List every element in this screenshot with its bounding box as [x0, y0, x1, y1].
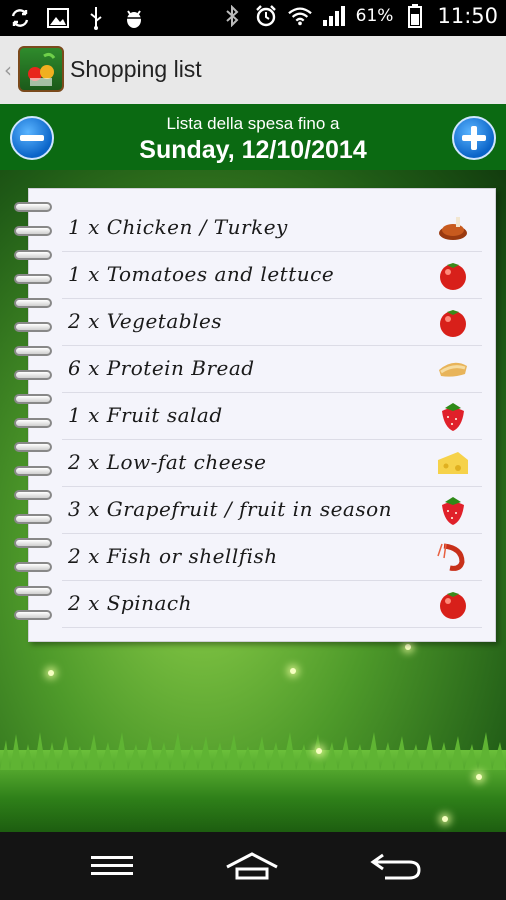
- strawberry-icon: [442, 403, 464, 431]
- home-icon: [226, 852, 278, 880]
- clock: 11:50: [437, 4, 498, 28]
- list-item[interactable]: 2 x Vegetables: [62, 299, 482, 346]
- list-item-text: 1 x Chicken / Turkey: [68, 215, 288, 239]
- sparkle: [405, 644, 411, 650]
- battery-icon: [403, 4, 427, 28]
- strawberry-icon: [442, 497, 464, 525]
- spiral-ring: [14, 298, 52, 312]
- spiral-ring: [14, 610, 52, 624]
- tomato-icon: [440, 592, 466, 619]
- sparkle: [442, 816, 448, 822]
- app-logo-icon[interactable]: [18, 46, 64, 92]
- spiral-ring: [14, 274, 52, 288]
- list-item-text: 3 x Grapefruit / fruit in season: [68, 497, 393, 521]
- menu-icon: [91, 856, 133, 875]
- alarm-icon: [254, 4, 278, 28]
- spiral-ring: [14, 226, 52, 240]
- android-debug-icon: [122, 6, 146, 30]
- wifi-icon: [287, 4, 312, 28]
- list-item-text: 2 x Low-fat cheese: [68, 450, 267, 474]
- navigation-bar: [0, 832, 506, 900]
- home-button[interactable]: [222, 846, 282, 886]
- header-date: Sunday, 12/10/2014: [139, 136, 367, 164]
- list-item[interactable]: 3 x Grapefruit / fruit in season: [62, 487, 482, 534]
- list-item-text: 6 x Protein Bread: [68, 356, 255, 380]
- spiral-ring: [14, 202, 52, 216]
- status-system: 61% 11:50: [220, 4, 498, 28]
- tomato-icon: [440, 263, 466, 290]
- sync-icon: [8, 6, 32, 30]
- list-item-text: 2 x Fish or shellfish: [68, 544, 278, 568]
- list-item[interactable]: 2 x Spinach: [62, 581, 482, 628]
- back-button[interactable]: [366, 846, 426, 886]
- sparkle: [290, 668, 296, 674]
- list-item-text: 2 x Spinach: [68, 591, 193, 615]
- status-bar: 61% 11:50: [0, 0, 506, 36]
- action-bar: ‹ Shopping list: [0, 36, 506, 105]
- spiral-ring: [14, 250, 52, 264]
- spiral-ring: [14, 418, 52, 432]
- spiral-ring: [14, 538, 52, 552]
- signal-icon: [322, 4, 346, 28]
- plus-icon-vertical: [471, 126, 477, 150]
- cheese-icon: [438, 452, 468, 474]
- sparkle: [48, 670, 54, 676]
- page-title: Shopping list: [70, 56, 202, 82]
- spiral-ring: [14, 394, 52, 408]
- back-icon: [370, 853, 421, 880]
- list-item-text: 2 x Vegetables: [68, 309, 223, 333]
- battery-percent: 61%: [355, 6, 394, 26]
- spiral-ring: [14, 442, 52, 456]
- list-item[interactable]: 2 x Low-fat cheese: [62, 440, 482, 487]
- spiral-ring: [14, 322, 52, 336]
- list-item[interactable]: 1 x Tomatoes and lettuce: [62, 252, 482, 299]
- list-item[interactable]: 1 x Chicken / Turkey: [62, 205, 482, 252]
- list-item[interactable]: 2 x Fish or shellfish: [62, 534, 482, 581]
- bluetooth-icon: [220, 4, 244, 28]
- spiral-ring: [14, 466, 52, 480]
- date-header: Lista della spesa fino a Sunday, 12/10/2…: [0, 104, 506, 170]
- shrimp-icon: [437, 543, 465, 571]
- spiral-ring: [14, 490, 52, 504]
- bread-icon: [439, 362, 467, 377]
- list-item[interactable]: 6 x Protein Bread: [62, 346, 482, 393]
- plus-button[interactable]: [452, 116, 496, 160]
- spiral-ring: [14, 514, 52, 528]
- header-subtitle: Lista della spesa fino a: [166, 114, 340, 133]
- chicken-icon: [439, 217, 467, 240]
- up-chevron-icon[interactable]: ‹: [4, 58, 12, 82]
- spiral-ring: [14, 370, 52, 384]
- list-item-text: 1 x Tomatoes and lettuce: [68, 262, 335, 286]
- usb-icon: [84, 6, 108, 30]
- list-item[interactable]: 1 x Fruit salad: [62, 393, 482, 440]
- status-notifications: [8, 6, 146, 30]
- spiral-ring: [14, 562, 52, 576]
- grass-blades: [0, 732, 506, 770]
- sparkle: [316, 748, 322, 754]
- list-item-text: 1 x Fruit salad: [68, 403, 223, 427]
- sparkle: [476, 774, 482, 780]
- image-icon: [46, 6, 70, 30]
- spiral-ring: [14, 586, 52, 600]
- shopping-list: 1 x Chicken / Turkey 1 x Tomatoes and le…: [62, 205, 482, 628]
- menu-button[interactable]: [82, 846, 142, 886]
- tomato-icon: [440, 310, 466, 337]
- spiral-ring: [14, 346, 52, 360]
